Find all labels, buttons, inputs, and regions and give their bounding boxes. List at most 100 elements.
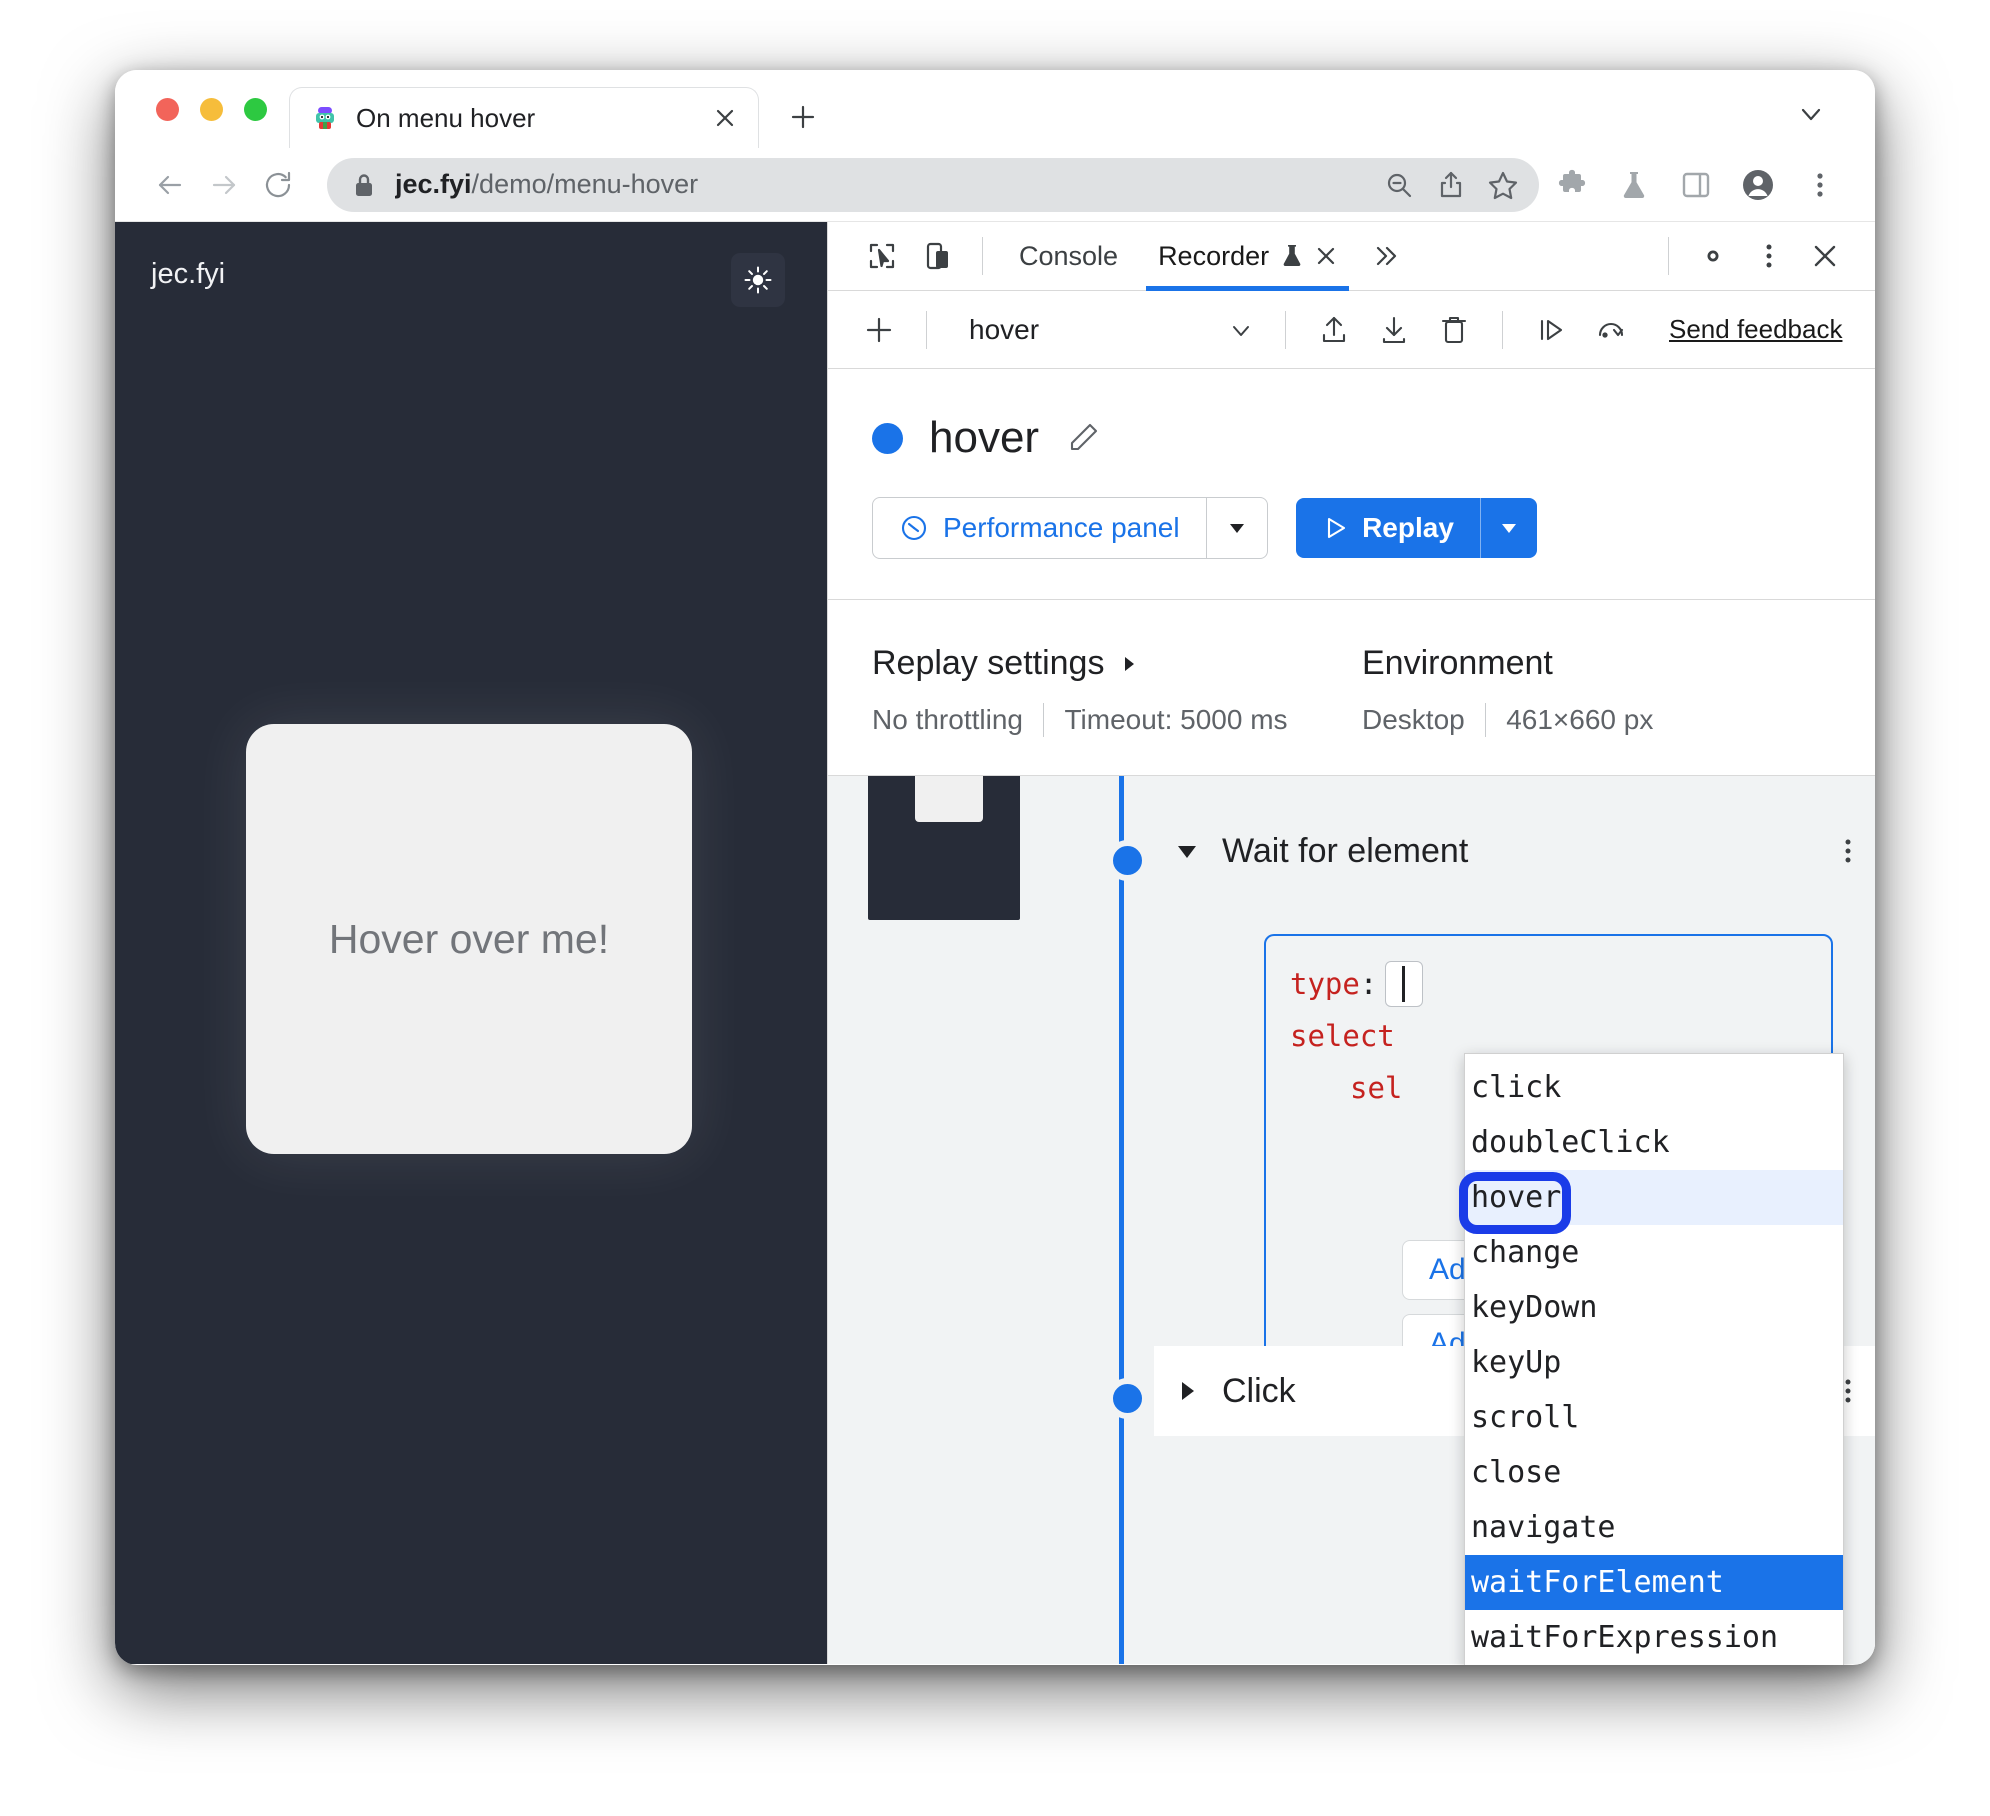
replay-settings-label: Replay settings	[872, 644, 1105, 682]
gear-icon[interactable]	[1685, 228, 1741, 284]
autocomplete-option[interactable]: waitForExpression	[1465, 1610, 1843, 1665]
screenshot-root: On menu hover jec.fyi/demo/menu-hover je…	[0, 0, 1990, 1816]
kebab-menu-icon[interactable]	[1741, 228, 1797, 284]
chevron-down-icon[interactable]	[1783, 86, 1839, 142]
kebab-menu-icon[interactable]	[1791, 156, 1849, 214]
caret-right-icon	[1118, 653, 1140, 675]
minimize-window-button[interactable]	[200, 97, 223, 121]
trash-icon[interactable]	[1426, 302, 1482, 358]
tab-console-label: Console	[1019, 240, 1119, 271]
step-header[interactable]: Wait for element	[1154, 808, 1875, 894]
lock-icon	[353, 172, 375, 198]
add-recording-button[interactable]	[852, 303, 906, 357]
autocomplete-option[interactable]: change	[1465, 1225, 1843, 1280]
close-icon[interactable]	[1315, 245, 1337, 267]
address-bar[interactable]: jec.fyi/demo/menu-hover	[327, 157, 1539, 212]
arrow-right-icon[interactable]	[197, 158, 251, 212]
extensions-icon[interactable]	[1543, 156, 1601, 214]
close-window-button[interactable]	[156, 97, 179, 121]
performance-panel-button-main[interactable]: Performance panel	[873, 498, 1206, 558]
send-feedback-link[interactable]: Send feedback	[1669, 314, 1842, 345]
step-screenshot-card: Hover over me!	[915, 776, 983, 822]
autocomplete-option[interactable]: doubleClick	[1465, 1115, 1843, 1170]
tab-strip: On menu hover	[115, 70, 1875, 148]
sun-icon	[743, 265, 773, 295]
recording-selector[interactable]: hover	[947, 303, 1265, 357]
caret-down-icon[interactable]	[1481, 498, 1537, 558]
replay-settings-toggle[interactable]: Replay settings	[872, 644, 1362, 683]
code-text-caret[interactable]	[1385, 961, 1424, 1007]
autocomplete-option[interactable]: keyUp	[1465, 1335, 1843, 1390]
replay-button-label: Replay	[1362, 512, 1454, 543]
environment-summary: Desktop 461×660 px	[1362, 703, 1653, 737]
arrow-left-icon[interactable]	[143, 158, 197, 212]
throttling-value: No throttling	[872, 704, 1023, 735]
step-screenshot-card-label: Hover over me!	[922, 776, 977, 777]
autocomplete-option-selected[interactable]: waitForElement	[1465, 1555, 1843, 1610]
replay-settings-summary: No throttling Timeout: 5000 ms	[872, 703, 1362, 737]
viewport-size: 461×660 px	[1506, 704, 1654, 735]
autocomplete-option[interactable]: click	[1465, 1060, 1843, 1115]
star-icon[interactable]	[1477, 159, 1529, 211]
code-colon: :	[1359, 967, 1378, 1001]
close-icon[interactable]	[708, 101, 742, 135]
recording-selector-value: hover	[969, 313, 1040, 345]
recording-title: hover	[929, 413, 1040, 462]
tab-title: On menu hover	[356, 102, 536, 133]
profile-avatar-icon[interactable]	[1729, 156, 1787, 214]
environment-title: Environment	[1362, 644, 1553, 682]
address-bar-url: jec.fyi/demo/menu-hover	[395, 169, 1373, 200]
beaker-icon	[1280, 243, 1304, 269]
new-tab-button[interactable]	[775, 89, 831, 145]
type-autocomplete-dropdown[interactable]: click doubleClick hover change keyDown k…	[1459, 1053, 1844, 1665]
toolbar-divider	[982, 237, 983, 275]
replay-button[interactable]: Replay	[1296, 498, 1538, 558]
performance-panel-button[interactable]: Performance panel	[872, 497, 1269, 559]
puppeteer-icon	[312, 105, 338, 131]
step-title: Wait for element	[1222, 831, 1469, 870]
replay-button-main[interactable]: Replay	[1296, 498, 1480, 558]
autocomplete-option[interactable]: scroll	[1465, 1390, 1843, 1445]
address-bar-path: /demo/menu-hover	[471, 169, 699, 199]
divider	[1042, 703, 1045, 737]
upload-icon[interactable]	[1306, 302, 1362, 358]
zoom-out-icon[interactable]	[1373, 159, 1425, 211]
play-step-icon[interactable]	[1523, 302, 1579, 358]
download-icon[interactable]	[1366, 302, 1422, 358]
tab-recorder[interactable]: Recorder	[1138, 222, 1357, 291]
share-icon[interactable]	[1425, 159, 1477, 211]
play-triangle-icon	[1322, 515, 1348, 541]
replay-speed-icon[interactable]	[1583, 302, 1639, 358]
inspect-cursor-icon[interactable]	[854, 228, 910, 284]
step-wait-for-element: Wait for element type: select sel Add Ad…	[1154, 808, 1875, 1366]
caret-down-icon[interactable]	[1174, 838, 1200, 864]
chevrons-right-icon[interactable]	[1357, 243, 1415, 269]
theme-toggle-button[interactable]	[731, 253, 785, 307]
recorder-title-row: hover	[872, 413, 1875, 463]
beaker-icon[interactable]	[1605, 156, 1663, 214]
code-key-select: select	[1290, 1019, 1395, 1053]
divider	[1484, 703, 1487, 737]
devtools-tabbar: Console Recorder	[828, 222, 1875, 291]
timeline-node	[1107, 840, 1148, 881]
hover-target-card[interactable]: Hover over me!	[246, 724, 692, 1154]
performance-panel-label: Performance panel	[943, 512, 1180, 543]
browser-tab[interactable]: On menu hover	[289, 87, 759, 148]
caret-right-icon[interactable]	[1174, 1378, 1200, 1404]
autocomplete-option[interactable]: navigate	[1465, 1500, 1843, 1555]
maximize-window-button[interactable]	[244, 97, 267, 121]
page-brand: jec.fyi	[151, 258, 226, 290]
close-icon[interactable]	[1797, 228, 1853, 284]
kebab-menu-icon[interactable]	[1821, 824, 1875, 878]
pencil-icon[interactable]	[1065, 420, 1101, 456]
reload-icon[interactable]	[251, 158, 305, 212]
device-toggle-icon[interactable]	[910, 228, 966, 284]
caret-down-icon[interactable]	[1207, 498, 1267, 558]
code-line: type:	[1290, 958, 1831, 1010]
autocomplete-option[interactable]: close	[1465, 1445, 1843, 1500]
autocomplete-option[interactable]: keyDown	[1465, 1280, 1843, 1335]
browser-window: On menu hover jec.fyi/demo/menu-hover je…	[115, 70, 1875, 1665]
side-panel-icon[interactable]	[1667, 156, 1725, 214]
tab-console[interactable]: Console	[999, 222, 1138, 291]
autocomplete-option-hover[interactable]: hover	[1465, 1170, 1843, 1225]
